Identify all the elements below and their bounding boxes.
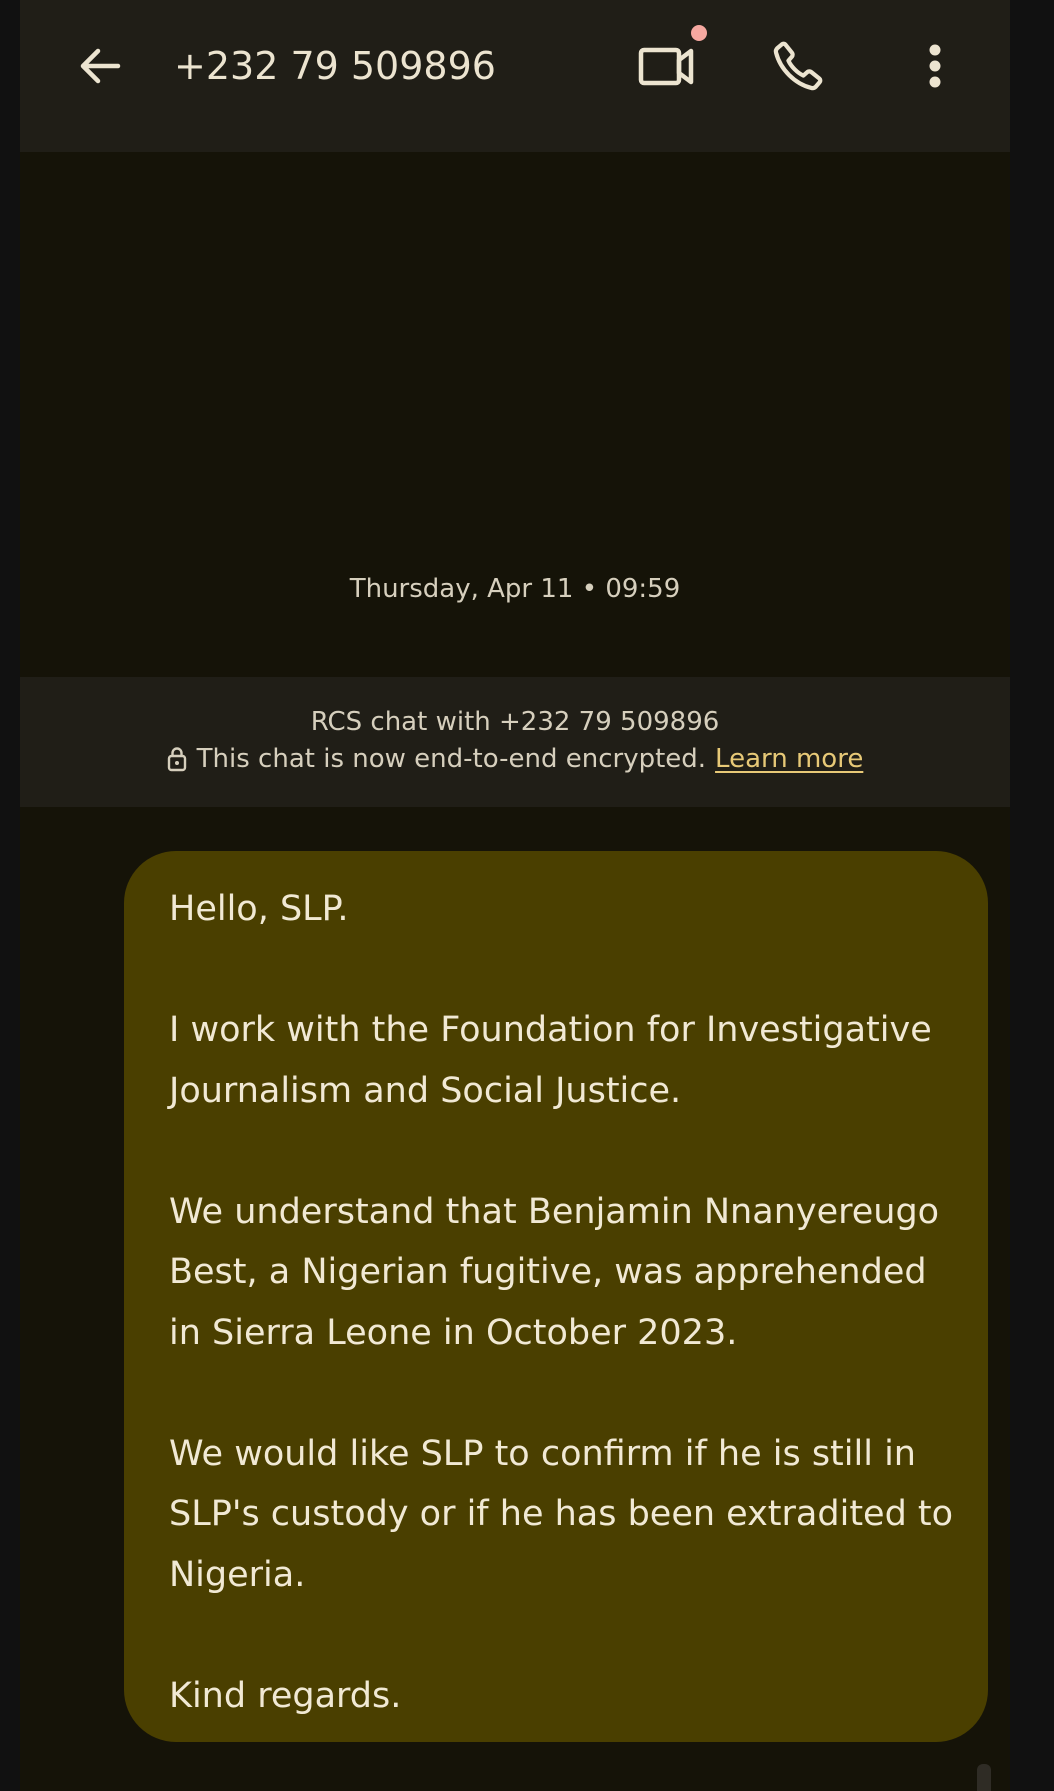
more-options-button[interactable]: [919, 34, 951, 98]
video-call-icon: [638, 47, 694, 86]
back-arrow-icon: [80, 48, 121, 84]
scroll-indicator: [977, 1764, 991, 1791]
top-app-bar: +232 79 509896: [20, 0, 1010, 152]
video-call-button[interactable]: [632, 36, 702, 96]
lock-icon: [167, 746, 187, 772]
encryption-text: This chat is now end-to-end encrypted.: [196, 744, 707, 774]
message-text: Hello, SLP. I work with the Foundation f…: [169, 889, 954, 1716]
outgoing-message-bubble[interactable]: Hello, SLP. I work with the Foundation f…: [124, 851, 988, 1742]
learn-more-link[interactable]: Learn more: [715, 744, 863, 774]
back-button[interactable]: [70, 36, 130, 96]
message-timestamp: Thursday, Apr 11 • 09:59: [349, 574, 681, 604]
rcs-chat-label: RCS chat with +232 79 509896: [310, 707, 720, 737]
chat-screen: +232 79 509896 Thursday, Apr 11 • 09:59 …: [20, 0, 1010, 1791]
phone-icon: [773, 41, 823, 91]
rcs-encryption-banner: RCS chat with +232 79 509896 This chat i…: [20, 677, 1010, 807]
phone-call-button[interactable]: [766, 34, 830, 98]
more-vert-icon: [929, 44, 941, 88]
encryption-notice: This chat is now end-to-end encrypted. L…: [20, 744, 1010, 774]
contact-title[interactable]: +232 79 509896: [174, 38, 496, 94]
notification-dot: [691, 25, 707, 41]
